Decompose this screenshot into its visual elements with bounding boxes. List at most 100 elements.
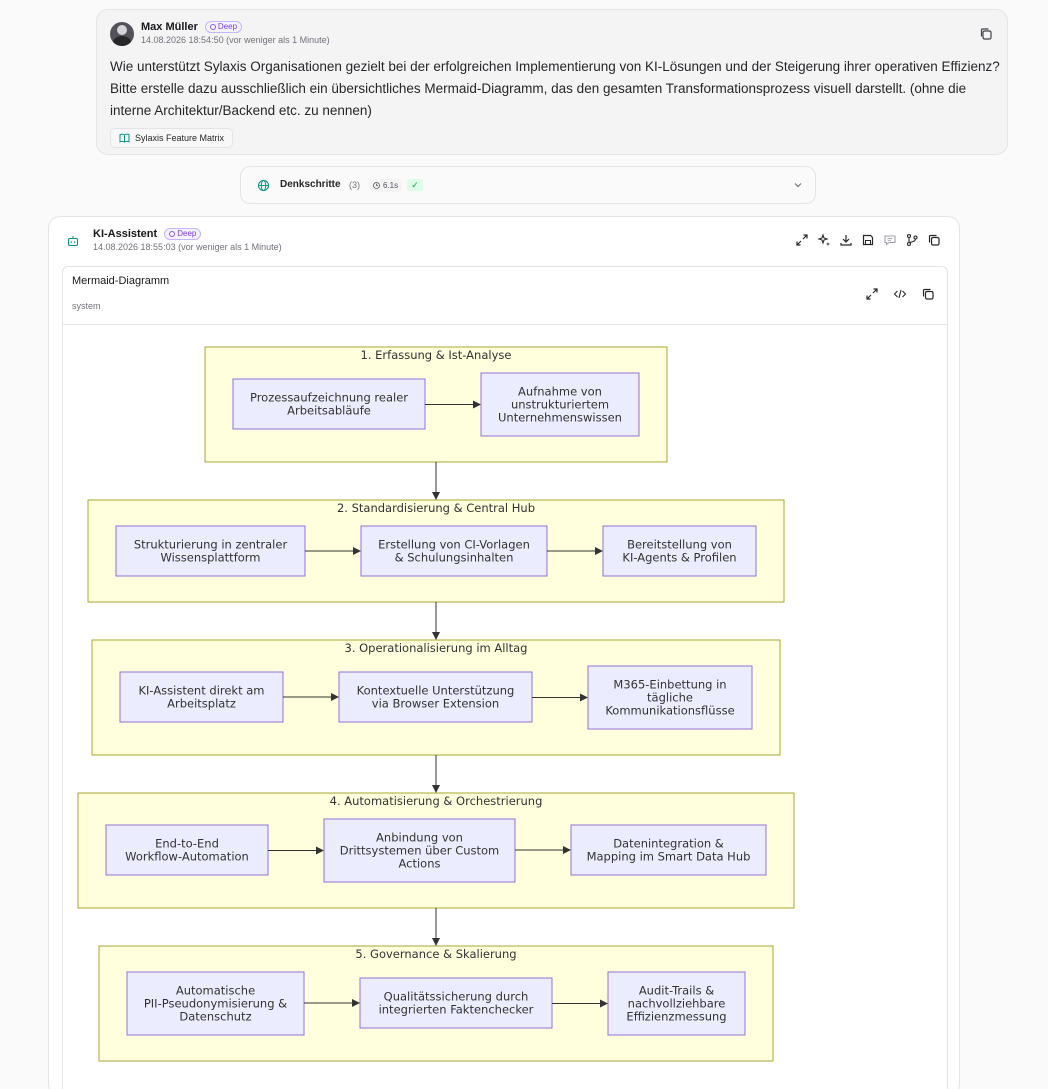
user-name-text: Max Müller <box>141 21 198 33</box>
phase-title: 4. Automatisierung & Orchestrierung <box>330 794 543 808</box>
brain-icon <box>257 179 270 192</box>
node-label: nachvollziehbare <box>628 997 726 1011</box>
node-label: Erstellung von CI-Vorlagen <box>378 538 530 552</box>
chevron-down-icon[interactable] <box>793 180 803 190</box>
flow-node: Strukturierung in zentralerWissensplattf… <box>115 525 306 577</box>
flow-node: M365-Einbettung intäglicheKommunikations… <box>587 665 753 730</box>
phase-title: 3. Operationalisierung im Alltag <box>345 641 528 655</box>
save-icon[interactable] <box>861 233 875 247</box>
node-label: Actions <box>398 857 440 871</box>
node-label: Datenschutz <box>179 1010 251 1024</box>
assistant-timestamp: 14.08.2026 18:55:03 (vor weniger als 1 M… <box>93 242 282 252</box>
badge-icon <box>209 24 216 31</box>
copy-icon[interactable] <box>921 287 935 301</box>
node-label: Automatische <box>176 984 255 998</box>
user-message-text: Wie unterstützt Sylaxis Organisationen g… <box>110 59 1000 118</box>
node-label: Aufnahme von <box>518 385 602 399</box>
attachment-chip[interactable]: Sylaxis Feature Matrix <box>110 128 234 148</box>
flow-node: End-to-EndWorkflow-Automation <box>105 824 269 876</box>
phase-title: 2. Standardisierung & Central Hub <box>337 501 535 515</box>
user-timestamp: 14.08.2026 18:54:50 (vor weniger als 1 M… <box>141 35 330 45</box>
node-label: Datenintegration & <box>613 837 724 851</box>
phase-title: 5. Governance & Skalierung <box>355 947 516 961</box>
clock-icon <box>373 182 380 189</box>
diagram-toolbar <box>865 287 935 301</box>
node-label: Bereitstellung von <box>627 538 732 552</box>
deep-badge: Deep <box>204 21 243 34</box>
phase-cluster: 4. Automatisierung & Orchestrierung End-t… <box>77 792 795 909</box>
deep-badge-label: Deep <box>217 22 238 32</box>
bot-icon <box>67 236 79 247</box>
expand-icon[interactable] <box>795 233 809 247</box>
deep-badge-label: Deep <box>177 229 197 239</box>
flow-node: Kontextuelle Unterstützungvia Browser Ex… <box>338 671 533 723</box>
fullscreen-icon[interactable] <box>865 287 879 301</box>
node-label: Audit-Trails & <box>639 984 714 998</box>
flow-node: Datenintegration &Mapping im Smart Data … <box>570 824 767 876</box>
flow-node: AutomatischePII-Pseudonymisierung &Daten… <box>126 971 305 1036</box>
node-label: Arbeitsabläufe <box>287 404 371 418</box>
node-label: & Schulungsinhalten <box>395 551 514 565</box>
copy-icon[interactable] <box>927 233 941 247</box>
phase-cluster: 5. Governance & Skalierung AutomatischePI… <box>98 945 774 1062</box>
node-label: Workflow-Automation <box>125 850 249 864</box>
download-icon[interactable] <box>839 233 853 247</box>
flow-node: KI-Assistent direkt amArbeitsplatz <box>119 671 284 723</box>
node-label: Kommunikationsflüsse <box>605 704 734 718</box>
node-label: Qualitätssicherung durch <box>384 990 529 1004</box>
node-label: via Browser Extension <box>372 697 499 711</box>
message-toolbar <box>795 233 941 247</box>
comment-icon[interactable] <box>883 233 897 247</box>
phase-cluster: 3. Operationalisierung im Alltag KI-Assis… <box>91 639 781 756</box>
thinking-duration-text: 6.1s <box>383 181 399 190</box>
badge-icon <box>169 231 176 238</box>
node-label: Anbindung von <box>376 831 463 845</box>
assistant-message: KI-Assistent Deep 14.08.2026 18:55:03 (v… <box>48 216 960 1089</box>
copy-icon[interactable] <box>979 27 993 41</box>
phase-title: 1. Erfassung & Ist-Analyse <box>361 348 512 362</box>
thinking-duration: 6.1s <box>369 179 403 192</box>
attachment-label: Sylaxis Feature Matrix <box>135 133 225 143</box>
avatar <box>110 22 134 46</box>
mermaid-diagram-panel: Mermaid-Diagramm system 1. Erfassung & I… <box>62 266 948 1089</box>
flowchart: 1. Erfassung & Ist-Analyse Prozessaufzeic… <box>77 346 795 1062</box>
node-label: KI-Assistent direkt am <box>138 684 264 698</box>
node-label: Wissensplattform <box>160 551 260 565</box>
diagram-title: Mermaid-Diagramm <box>72 275 170 287</box>
phase-cluster: 2. Standardisierung & Central Hub Struktu… <box>87 499 785 603</box>
deep-badge: Deep <box>164 228 202 241</box>
flow-node: Anbindung vonDrittsystemen über CustomAc… <box>323 818 516 883</box>
node-label: Strukturierung in zentraler <box>134 538 288 552</box>
node-label: M365-Einbettung in <box>613 678 726 692</box>
thinking-label: Denkschritte <box>280 179 341 190</box>
node-label: Drittsystemen über Custom <box>340 844 500 858</box>
node-label: tägliche <box>647 691 693 705</box>
node-label: Kontextuelle Unterstützung <box>357 684 515 698</box>
user-message: Max Müller Deep 14.08.2026 18:54:50 (vor… <box>96 9 1008 155</box>
flow-node: Qualitätssicherung durchintegrierten Fak… <box>359 977 553 1029</box>
flow-node: Bereitstellung vonKI-Agents & Profilen <box>602 525 757 577</box>
git-branch-icon[interactable] <box>905 233 919 247</box>
flow-node: Prozessaufzeichnung realerArbeitsabläufe <box>232 378 426 430</box>
node-label: End-to-End <box>155 837 219 851</box>
thinking-count: (3) <box>349 180 360 190</box>
node-label: Unternehmenswissen <box>498 411 622 425</box>
flow-node: Erstellung von CI-Vorlagen& Schulungsinh… <box>360 525 548 577</box>
node-label: PII-Pseudonymisierung & <box>144 997 287 1011</box>
book-icon <box>119 133 130 143</box>
diagram-subtitle: system <box>72 301 101 311</box>
node-label: unstrukturiertem <box>511 398 609 412</box>
node-label: Effizienzmessung <box>626 1010 726 1024</box>
node-label: Arbeitsplatz <box>167 697 236 711</box>
thinking-steps-toggle[interactable]: Denkschritte (3) 6.1s ✓ <box>240 166 816 204</box>
sparkles-icon[interactable] <box>817 233 831 247</box>
assistant-name-text: KI-Assistent <box>93 228 158 240</box>
assistant-name: KI-Assistent Deep <box>93 228 202 241</box>
flow-node: Aufnahme vonunstrukturiertemUnternehmens… <box>480 372 640 437</box>
check-icon: ✓ <box>407 179 423 191</box>
code-icon[interactable] <box>893 287 907 301</box>
node-label: Mapping im Smart Data Hub <box>587 850 751 864</box>
node-label: Prozessaufzeichnung realer <box>250 391 408 405</box>
node-label: integrierten Faktenchecker <box>379 1003 534 1017</box>
node-label: KI-Agents & Profilen <box>622 551 736 565</box>
